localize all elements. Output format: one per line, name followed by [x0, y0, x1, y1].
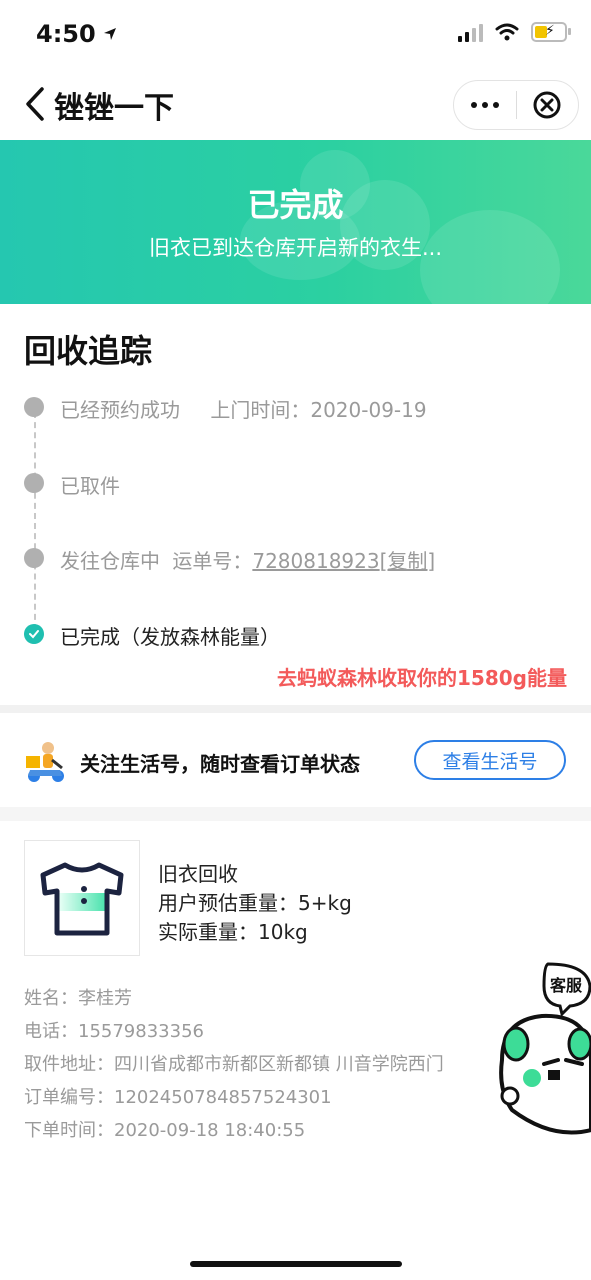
tshirt-icon — [40, 862, 124, 936]
location-arrow-icon — [103, 28, 116, 40]
close-circle-icon — [533, 91, 561, 119]
actual-weight: 实际重量：10kg — [158, 920, 308, 944]
section-divider — [0, 705, 591, 713]
tracking-number-link[interactable]: 7280818923[复制] — [252, 549, 435, 573]
timeline-dot — [24, 473, 44, 493]
timeline-step-picked: 已取件 — [60, 474, 120, 498]
wifi-icon — [495, 23, 519, 41]
timeline-dot — [24, 548, 44, 568]
info-address: 取件地址：四川省成都市新都区新都镇 川音学院西门 — [24, 1054, 444, 1075]
banner-subtitle: 旧衣已到达仓库开启新的衣生... — [148, 236, 443, 260]
timeline-line — [34, 412, 36, 630]
product-image — [24, 840, 140, 956]
timeline-step-completed: 已完成（发放森林能量） — [60, 625, 280, 649]
chevron-left-icon — [26, 87, 44, 121]
timeline-dot — [24, 397, 44, 417]
check-icon — [29, 630, 39, 639]
timeline-step-shipping: 发往仓库中 运单号：7280818923[复制] — [60, 549, 436, 573]
info-phone: 电话：15579833356 — [24, 1021, 204, 1042]
page-title: 锉锉一下 — [54, 91, 174, 126]
info-order-time: 下单时间：2020-09-18 18:40:55 — [24, 1120, 306, 1141]
copy-link[interactable]: [复制] — [380, 549, 436, 573]
product-name: 旧衣回收 — [158, 862, 238, 886]
section-divider — [0, 807, 591, 821]
mini-program-capsule — [453, 80, 579, 130]
estimated-weight: 用户预估重量：5+kg — [158, 891, 352, 915]
back-button[interactable] — [22, 86, 52, 122]
timeline-dot-done — [24, 624, 44, 644]
battery-icon: ⚡ — [531, 22, 571, 42]
timeline-step-booked: 已经预约成功 上门时间：2020-09-19 — [60, 398, 427, 422]
status-banner: 已完成 旧衣已到达仓库开启新的衣生... — [0, 140, 591, 304]
banner-title: 已完成 — [247, 186, 344, 224]
scooter-courier-icon — [22, 740, 68, 784]
view-account-button[interactable]: 查看生活号 — [414, 740, 566, 780]
forest-energy-link[interactable]: 去蚂蚁森林收取你的1580g能量 — [277, 662, 567, 691]
close-button[interactable] — [517, 90, 577, 120]
cellular-signal-icon — [458, 22, 483, 42]
tracking-title: 回收追踪 — [24, 332, 153, 370]
customer-service-label: 客服 — [550, 976, 583, 995]
customer-service-button[interactable]: 客服 — [492, 960, 591, 1140]
info-order-no: 订单编号：1202450784857524301 — [24, 1087, 332, 1108]
status-icons: ⚡ — [458, 22, 571, 42]
info-name: 姓名：李桂芳 — [24, 988, 132, 1009]
more-dots-icon[interactable] — [454, 102, 516, 108]
home-indicator — [190, 1261, 402, 1267]
status-time: 4:50 — [36, 20, 118, 48]
follow-text: 关注生活号，随时查看订单状态 — [80, 752, 360, 776]
